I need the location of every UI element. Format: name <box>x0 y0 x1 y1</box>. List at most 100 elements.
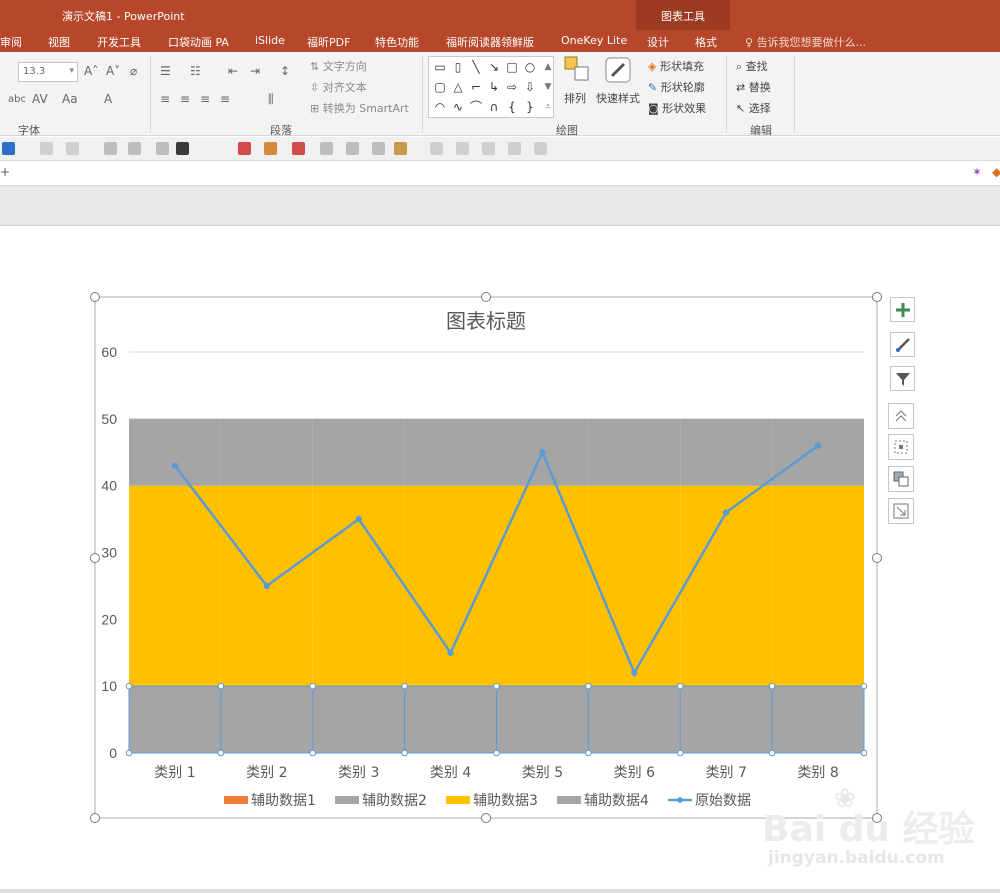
selection-handle[interactable] <box>309 682 317 690</box>
plot-area: 0 10 20 30 40 50 60 类别 1 类别 2 类别 3 类别 4 类别 5 类别 6 类别 … <box>101 344 868 781</box>
y-tick-label: 50 <box>101 411 117 427</box>
selection-handle[interactable] <box>493 749 500 757</box>
x-tick-label: 类别 3 <box>338 765 379 781</box>
selection-handle[interactable] <box>676 682 684 690</box>
y-tick-label: 20 <box>101 611 117 627</box>
layout-options-button[interactable] <box>888 434 914 460</box>
bar-3-3[interactable] <box>404 418 497 486</box>
selection-handle[interactable] <box>768 749 776 757</box>
legend-swatch-2 <box>446 796 470 804</box>
selection-handle[interactable] <box>401 749 408 757</box>
baidu-watermark: ❀ Bai du 经验 <box>762 784 975 852</box>
selection-handle[interactable] <box>860 682 868 690</box>
bar-3-6[interactable] <box>680 418 773 486</box>
legend-label-3: 辅助数据4 <box>584 793 649 809</box>
bar-1-4[interactable] <box>496 686 589 753</box>
selection-handle[interactable] <box>401 682 408 690</box>
bring-forward-icon <box>893 471 909 487</box>
bar-3-5[interactable] <box>588 418 681 486</box>
resize-handle-right[interactable] <box>872 553 882 563</box>
line-point-3[interactable] <box>447 649 454 656</box>
y-tick-label: 10 <box>101 678 117 694</box>
line-point-5[interactable] <box>631 669 638 676</box>
resize-object-button[interactable] <box>888 498 914 524</box>
legend-marker-4 <box>677 797 683 803</box>
chart-filters-button[interactable] <box>890 366 915 391</box>
bar-2-7[interactable] <box>772 485 864 687</box>
legend-swatch-3 <box>557 796 581 804</box>
status-bar-edge <box>0 889 1000 893</box>
chart-styles-button[interactable] <box>890 332 915 357</box>
watermark-brand: Bai du 经验 <box>762 809 975 850</box>
x-tick-label: 类别 1 <box>154 765 195 781</box>
selection-handle[interactable] <box>125 682 133 690</box>
chart-elements-button[interactable] <box>890 297 915 322</box>
selection-handle[interactable] <box>676 749 684 757</box>
bar-1-2[interactable] <box>312 686 405 753</box>
bar-1-7[interactable] <box>772 686 864 753</box>
selection-handle[interactable] <box>768 682 776 690</box>
selection-handle[interactable] <box>493 682 500 690</box>
x-tick-label: 类别 6 <box>614 765 655 781</box>
chart-title[interactable]: 图表标题 <box>446 310 526 333</box>
collapse-button[interactable] <box>888 403 914 429</box>
bar-2-2[interactable] <box>312 485 405 687</box>
resize-handle-bottom[interactable] <box>481 813 491 823</box>
chart-svg[interactable]: 0 10 20 30 40 50 60 类别 1 类别 2 类别 3 类别 4 类别 5 类别 6 类别 … <box>0 0 1000 893</box>
watermark-url: jingyan.baidu.com <box>768 848 945 868</box>
selection-handle[interactable] <box>217 749 225 757</box>
x-tick-label: 类别 2 <box>246 765 287 781</box>
x-tick-label: 类别 7 <box>706 765 747 781</box>
legend-swatch-0 <box>224 796 248 804</box>
bar-2-5[interactable] <box>588 485 681 687</box>
x-tick-label: 类别 8 <box>797 765 838 781</box>
double-chevron-up-icon <box>895 410 907 422</box>
bar-1-6[interactable] <box>680 686 773 753</box>
line-point-2[interactable] <box>355 515 362 523</box>
bar-2-3[interactable] <box>404 485 497 687</box>
selection-handle[interactable] <box>585 682 592 690</box>
x-tick-label: 类别 4 <box>430 765 471 781</box>
bar-1-0[interactable] <box>129 686 221 753</box>
bar-2-4[interactable] <box>496 485 589 687</box>
resize-handle-top[interactable] <box>481 292 491 302</box>
layout-options-icon <box>894 440 908 454</box>
resize-arrow-icon <box>893 503 909 519</box>
line-point-4[interactable] <box>539 449 546 456</box>
legend-swatch-1 <box>335 796 359 804</box>
resize-handle-left[interactable] <box>90 553 100 563</box>
line-point-0[interactable] <box>171 462 179 469</box>
bar-3-7[interactable] <box>772 418 864 486</box>
selection-handle[interactable] <box>217 682 225 690</box>
y-tick-label: 0 <box>109 745 117 761</box>
line-point-7[interactable] <box>814 442 822 449</box>
resize-handle-top-left[interactable] <box>90 292 100 302</box>
chart-legend[interactable]: 辅助数据1 辅助数据2 辅助数据3 辅助数据4 原始数据 <box>224 793 751 809</box>
line-point-6[interactable] <box>722 509 730 516</box>
selection-handle[interactable] <box>125 749 133 757</box>
bar-2-0[interactable] <box>129 485 221 687</box>
x-tick-label: 类别 5 <box>522 765 563 781</box>
legend-label-0: 辅助数据1 <box>251 793 316 809</box>
resize-handle-bottom-left[interactable] <box>90 813 100 823</box>
legend-label-2: 辅助数据3 <box>473 793 538 809</box>
selection-handle[interactable] <box>860 749 868 757</box>
selection-handle[interactable] <box>585 749 592 757</box>
plus-icon <box>896 303 910 317</box>
line-point-1[interactable] <box>263 582 271 590</box>
brush-icon <box>896 338 910 352</box>
bar-3-2[interactable] <box>312 418 405 486</box>
bar-2-6[interactable] <box>680 485 773 687</box>
bar-1-5[interactable] <box>588 686 681 753</box>
bar-3-1[interactable] <box>220 418 313 486</box>
bar-1-1[interactable] <box>220 686 313 753</box>
y-tick-label: 40 <box>101 478 117 494</box>
bar-3-0[interactable] <box>129 418 221 486</box>
bring-forward-button[interactable] <box>888 466 914 492</box>
bar-1-3[interactable] <box>404 686 497 753</box>
y-tick-label: 60 <box>101 344 117 360</box>
legend-label-4: 原始数据 <box>695 793 751 809</box>
resize-handle-top-right[interactable] <box>872 292 882 302</box>
selection-handle[interactable] <box>309 749 317 757</box>
y-tick-label: 30 <box>101 545 117 561</box>
